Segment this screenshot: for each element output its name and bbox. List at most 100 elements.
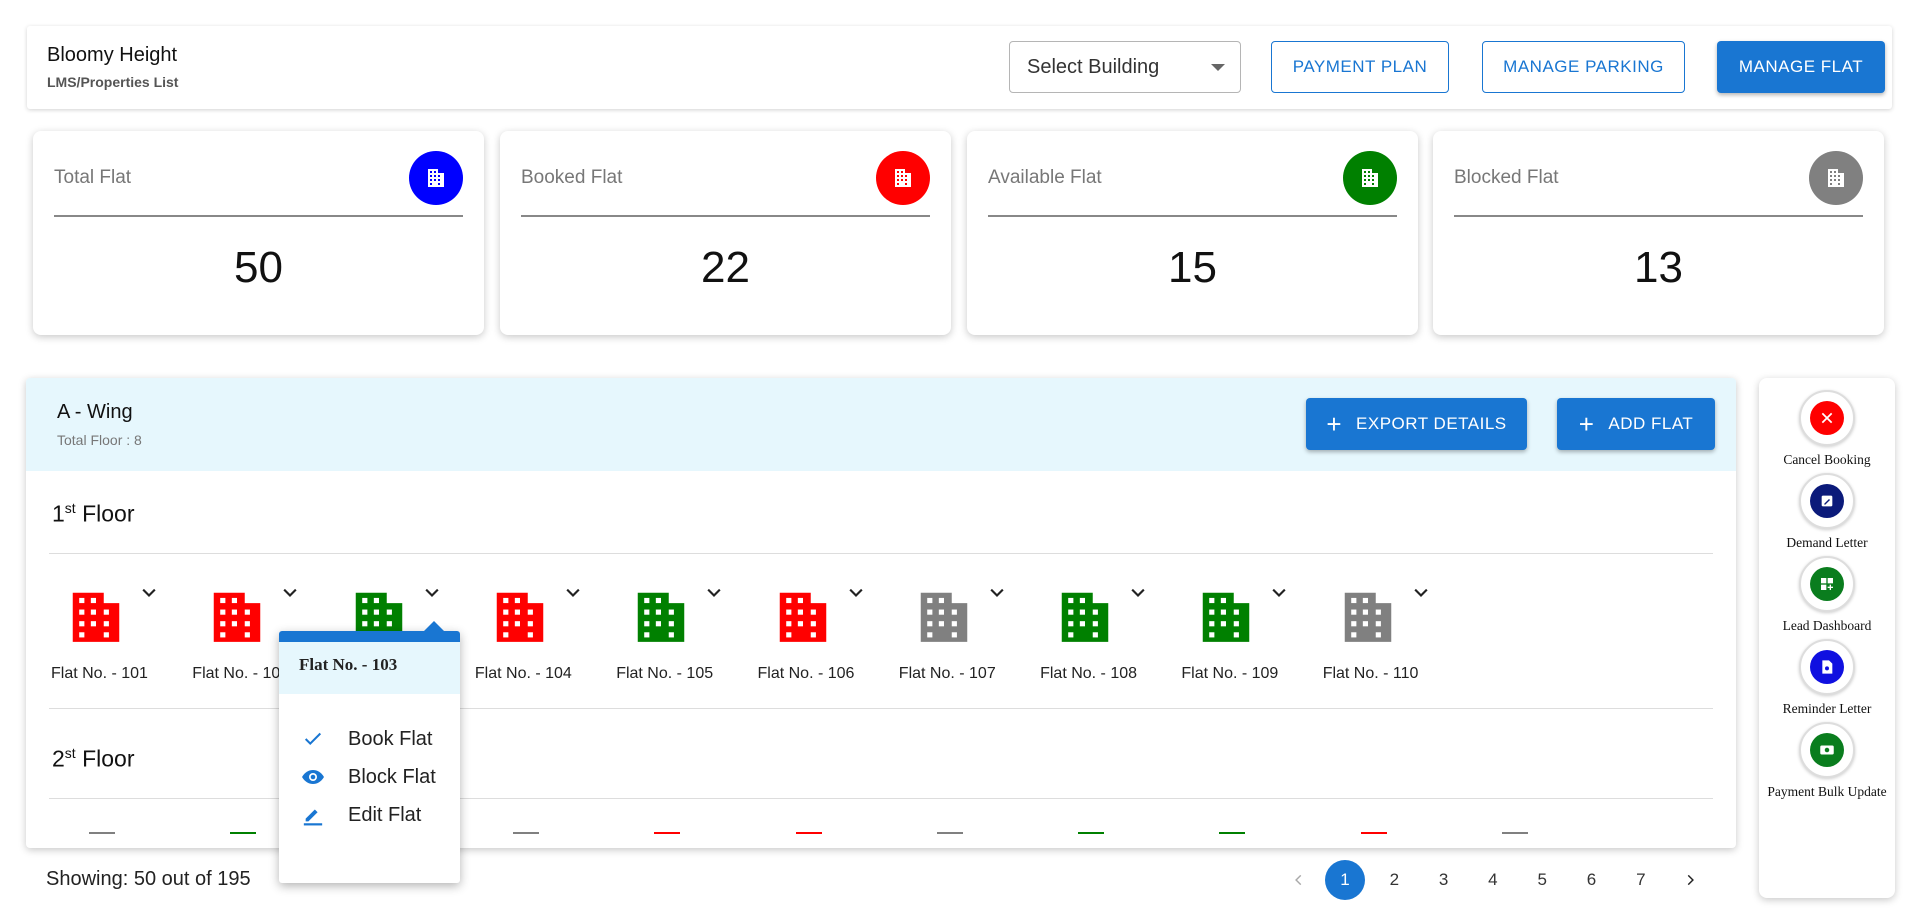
stat-label: Available Flat xyxy=(988,167,1102,188)
flat-label: Flat No. - 107 xyxy=(898,665,996,682)
edit-flat-menu-item[interactable]: Edit Flat xyxy=(279,793,460,837)
stat-value: 50 xyxy=(234,243,283,292)
plus-icon: + xyxy=(1578,409,1595,439)
chevron-down-icon[interactable] xyxy=(1269,583,1289,608)
wing-title: A - Wing xyxy=(57,401,133,423)
demand-letter-action[interactable]: Demand Letter xyxy=(1759,473,1895,553)
flat-item[interactable]: Flat No. - 106 xyxy=(758,585,900,685)
chevron-down-icon[interactable] xyxy=(704,583,724,608)
building-icon xyxy=(772,585,834,652)
action-button[interactable] xyxy=(1799,722,1855,778)
results-count: Showing: 50 out of 195 xyxy=(46,868,251,890)
action-button[interactable] xyxy=(1799,473,1855,529)
flat-marker xyxy=(795,832,822,834)
flat-label: Flat No. - 105 xyxy=(616,665,714,682)
payment-plan-button[interactable]: PAYMENT PLAN xyxy=(1271,41,1449,93)
page-button[interactable]: 6 xyxy=(1572,860,1612,900)
flat-marker xyxy=(1078,832,1105,834)
flat-marker xyxy=(512,832,539,834)
page-button[interactable]: 5 xyxy=(1522,860,1562,900)
stat-value: 13 xyxy=(1634,243,1683,292)
block-flat-label: Block Flat xyxy=(348,765,436,788)
building-icon xyxy=(409,151,463,205)
flat-item[interactable]: Flat No. - 104 xyxy=(475,585,617,685)
chevron-down-icon[interactable] xyxy=(280,583,300,608)
chevron-down-icon[interactable] xyxy=(987,583,1007,608)
book-flat-label: Book Flat xyxy=(348,727,433,750)
document-icon xyxy=(1810,650,1844,684)
flat-item[interactable]: Flat No. - 110 xyxy=(1323,585,1465,685)
flat-label: Flat No. - 106 xyxy=(757,665,855,682)
stat-card-total: Total Flat 50 xyxy=(33,131,484,335)
page-button[interactable]: 7 xyxy=(1621,860,1661,900)
prev-page-button[interactable] xyxy=(1279,860,1319,900)
flat-label: Flat No. - 108 xyxy=(1040,665,1138,682)
edit-note-icon xyxy=(1810,484,1844,518)
building-icon xyxy=(630,585,692,652)
flat-marker xyxy=(89,832,115,834)
flat-marker xyxy=(1360,832,1387,834)
flat-item[interactable]: Flat No. - 109 xyxy=(1181,585,1323,685)
lead-dashboard-action[interactable]: Lead Dashboard xyxy=(1759,556,1895,636)
select-building-dropdown[interactable]: Select Building xyxy=(1009,41,1241,93)
stat-value: 15 xyxy=(1168,243,1217,292)
chevron-down-icon[interactable] xyxy=(1128,583,1148,608)
action-label: Lead Dashboard xyxy=(1782,618,1872,633)
building-icon xyxy=(913,585,975,652)
chevron-down-icon[interactable] xyxy=(846,583,866,608)
popup-accent-bar xyxy=(279,631,460,642)
page-title: Bloomy Height xyxy=(47,44,178,66)
chevron-down-icon[interactable] xyxy=(1411,583,1431,608)
divider xyxy=(49,553,1713,554)
flat-label: Flat No. - 109 xyxy=(1181,665,1279,682)
chevron-down-icon[interactable] xyxy=(563,583,583,608)
building-icon xyxy=(1054,585,1116,652)
action-button[interactable] xyxy=(1799,390,1855,446)
chevron-down-icon[interactable] xyxy=(422,583,442,608)
export-details-button[interactable]: + EXPORT DETAILS xyxy=(1306,398,1527,450)
flat-item[interactable]: Flat No. - 107 xyxy=(899,585,1041,685)
chevron-right-icon xyxy=(1687,874,1694,886)
page-button[interactable]: 1 xyxy=(1325,860,1365,900)
page-header: Bloomy Height LMS/Properties List Select… xyxy=(27,26,1892,109)
export-details-label: EXPORT DETAILS xyxy=(1356,414,1507,433)
reminder-letter-action[interactable]: Reminder Letter xyxy=(1759,639,1895,719)
manage-flat-button[interactable]: MANAGE FLAT xyxy=(1717,41,1885,93)
payment-bulk-update-action[interactable]: Payment Bulk Update xyxy=(1759,722,1895,802)
action-label: Reminder Letter xyxy=(1782,701,1872,716)
next-page-button[interactable] xyxy=(1670,860,1710,900)
add-flat-button[interactable]: + ADD FLAT xyxy=(1557,398,1715,450)
floor-title-2: 2st Floor xyxy=(52,745,135,772)
building-icon xyxy=(1343,151,1397,205)
popup-title: Flat No. - 103 xyxy=(279,642,460,694)
action-button[interactable] xyxy=(1799,556,1855,612)
manage-parking-button[interactable]: MANAGE PARKING xyxy=(1482,41,1685,93)
stat-label: Blocked Flat xyxy=(1454,167,1559,188)
flat-item[interactable]: Flat No. - 105 xyxy=(616,585,758,685)
page-button[interactable]: 2 xyxy=(1374,860,1414,900)
building-icon xyxy=(876,151,930,205)
page-button[interactable]: 3 xyxy=(1424,860,1464,900)
flat-label: Flat No. - 104 xyxy=(474,665,572,682)
quick-actions-panel: Cancel Booking Demand Letter Lead Dashboar… xyxy=(1759,378,1895,898)
action-button[interactable] xyxy=(1799,639,1855,695)
flat-item[interactable]: Flat No. - 108 xyxy=(1040,585,1182,685)
stat-card-booked: Booked Flat 22 xyxy=(500,131,951,335)
edit-flat-label: Edit Flat xyxy=(348,803,422,826)
divider xyxy=(1454,215,1863,217)
divider xyxy=(988,215,1397,217)
chevron-left-icon xyxy=(1295,874,1302,886)
flat-item[interactable]: Flat No. - 101 xyxy=(51,585,193,685)
building-icon xyxy=(1337,585,1399,652)
pencil-icon xyxy=(300,804,326,826)
action-label: Payment Bulk Update xyxy=(1767,784,1887,799)
flat-label: Flat No. - 102 xyxy=(192,665,290,682)
wing-floor-count: Total Floor : 8 xyxy=(57,432,142,448)
add-flat-label: ADD FLAT xyxy=(1608,414,1694,433)
cancel-booking-action[interactable]: Cancel Booking xyxy=(1759,390,1895,470)
action-label: Cancel Booking xyxy=(1783,452,1871,467)
caret-down-icon xyxy=(1211,64,1225,71)
chevron-down-icon[interactable] xyxy=(139,583,159,608)
page-button[interactable]: 4 xyxy=(1473,860,1513,900)
select-building-value: Select Building xyxy=(1027,55,1160,78)
